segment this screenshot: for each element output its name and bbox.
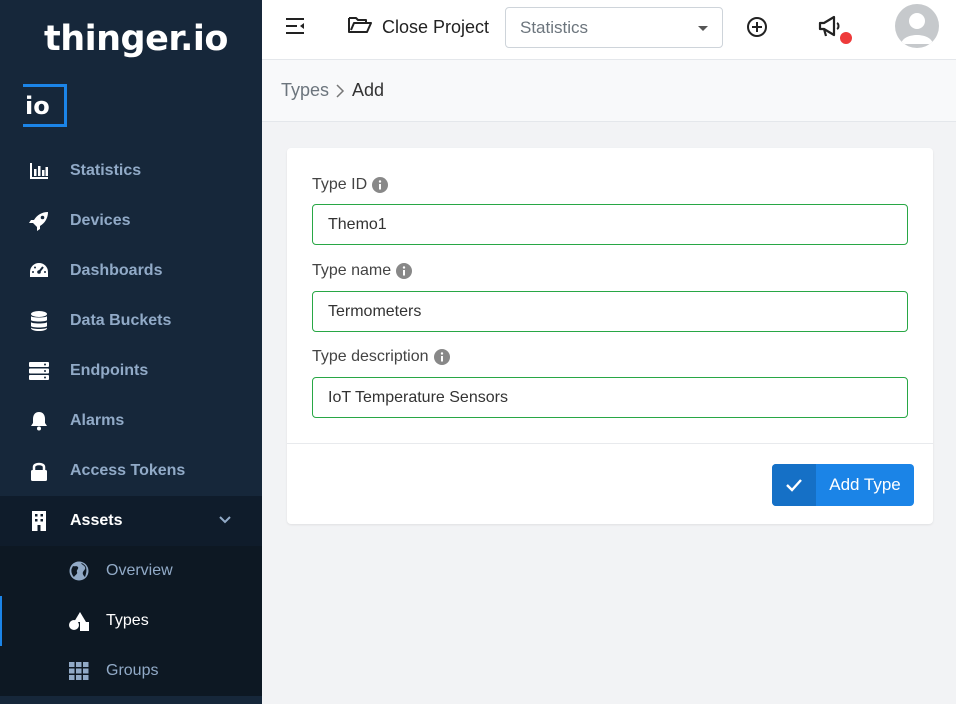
project-select[interactable]: Statistics xyxy=(505,7,723,48)
sidebar-item-endpoints[interactable]: Endpoints xyxy=(0,346,262,396)
type-name-label-text: Type name xyxy=(312,262,392,279)
avatar[interactable] xyxy=(895,4,939,48)
sidebar-item-data-buckets[interactable]: Data Buckets xyxy=(0,296,262,346)
type-id-label-text: Type ID xyxy=(312,176,368,193)
add-type-label: Add Type xyxy=(829,475,901,494)
info-icon[interactable] xyxy=(396,263,413,279)
caret-down-icon xyxy=(698,26,708,31)
breadcrumb-types-link[interactable]: Types xyxy=(281,80,329,101)
gauge-icon xyxy=(29,261,49,281)
close-project-button[interactable]: Close Project xyxy=(348,14,489,40)
notification-dot xyxy=(840,32,852,44)
brand-logo[interactable]: thinger.io xyxy=(44,14,228,64)
project-select-value: Statistics xyxy=(520,18,589,37)
sidebar-subitem-groups[interactable]: Groups xyxy=(0,646,262,696)
assets-submenu: Overview Types Groups xyxy=(0,546,262,696)
bell-icon xyxy=(29,411,49,431)
sidebar-subitem-overview[interactable]: Overview xyxy=(0,546,262,596)
type-description-label-text: Type description xyxy=(312,348,429,365)
close-project-label: Close Project xyxy=(382,16,490,37)
mini-logo: io xyxy=(23,84,67,127)
shapes-icon xyxy=(68,610,90,632)
top-header: Close Project Statistics xyxy=(262,0,956,60)
sidebar-item-assets[interactable]: Assets xyxy=(0,496,262,546)
chevron-down-icon[interactable] xyxy=(218,513,232,527)
add-type-button[interactable]: Add Type xyxy=(772,464,914,506)
sidebar-item-label: Alarms xyxy=(70,412,125,429)
brand-name: thinger.io xyxy=(44,19,228,59)
type-description-field[interactable] xyxy=(312,377,908,418)
sidebar-item-dashboards[interactable]: Dashboards xyxy=(0,246,262,296)
check-icon xyxy=(772,464,816,506)
sidebar-item-label: Dashboards xyxy=(70,262,163,279)
sidebar-item-label: Assets xyxy=(70,512,123,529)
type-id-label: Type ID xyxy=(312,176,389,194)
building-icon xyxy=(29,511,49,531)
sidebar-toggle-icon[interactable] xyxy=(286,17,306,37)
mini-logo-text: io xyxy=(25,92,50,120)
chevron-right-icon xyxy=(334,84,346,98)
type-name-label: Type name xyxy=(312,262,413,280)
breadcrumb: Types Add xyxy=(262,60,956,122)
lock-icon xyxy=(29,461,49,481)
bar-chart-icon xyxy=(29,161,49,181)
sidebar-subitem-label: Overview xyxy=(106,562,173,579)
sidebar: thinger.io io Statistics Devices Dashboa… xyxy=(0,0,262,704)
rocket-icon xyxy=(29,211,49,231)
add-type-card: Type ID Type name Type description Add T… xyxy=(287,148,933,524)
type-name-field[interactable] xyxy=(312,291,908,332)
sidebar-item-label: Devices xyxy=(70,212,131,229)
database-icon xyxy=(29,311,49,331)
grid-icon xyxy=(68,660,90,682)
type-description-label: Type description xyxy=(312,348,450,366)
type-id-field[interactable] xyxy=(312,204,908,245)
sidebar-subitem-label: Groups xyxy=(106,662,159,679)
server-icon xyxy=(29,361,49,381)
info-icon[interactable] xyxy=(433,349,450,365)
sidebar-item-label: Access Tokens xyxy=(70,462,186,479)
type-id-input[interactable] xyxy=(313,205,907,244)
sidebar-item-devices[interactable]: Devices xyxy=(0,196,262,246)
type-name-input[interactable] xyxy=(313,292,907,331)
sidebar-item-label: Endpoints xyxy=(70,362,149,379)
globe-icon xyxy=(68,560,90,582)
folder-open-icon xyxy=(348,15,372,40)
sidebar-item-access-tokens[interactable]: Access Tokens xyxy=(0,446,262,496)
type-description-input[interactable] xyxy=(313,378,907,417)
card-divider xyxy=(287,443,933,444)
info-icon[interactable] xyxy=(372,177,389,193)
sidebar-item-label: Statistics xyxy=(70,162,142,179)
breadcrumb-current: Add xyxy=(352,80,385,100)
sidebar-subitem-label: Types xyxy=(106,612,149,629)
sidebar-subitem-types[interactable]: Types xyxy=(0,596,262,646)
sidebar-item-statistics[interactable]: Statistics xyxy=(0,146,262,196)
add-circle-icon[interactable] xyxy=(746,16,768,38)
sidebar-item-alarms[interactable]: Alarms xyxy=(0,396,262,446)
sidebar-item-label: Data Buckets xyxy=(70,312,172,329)
